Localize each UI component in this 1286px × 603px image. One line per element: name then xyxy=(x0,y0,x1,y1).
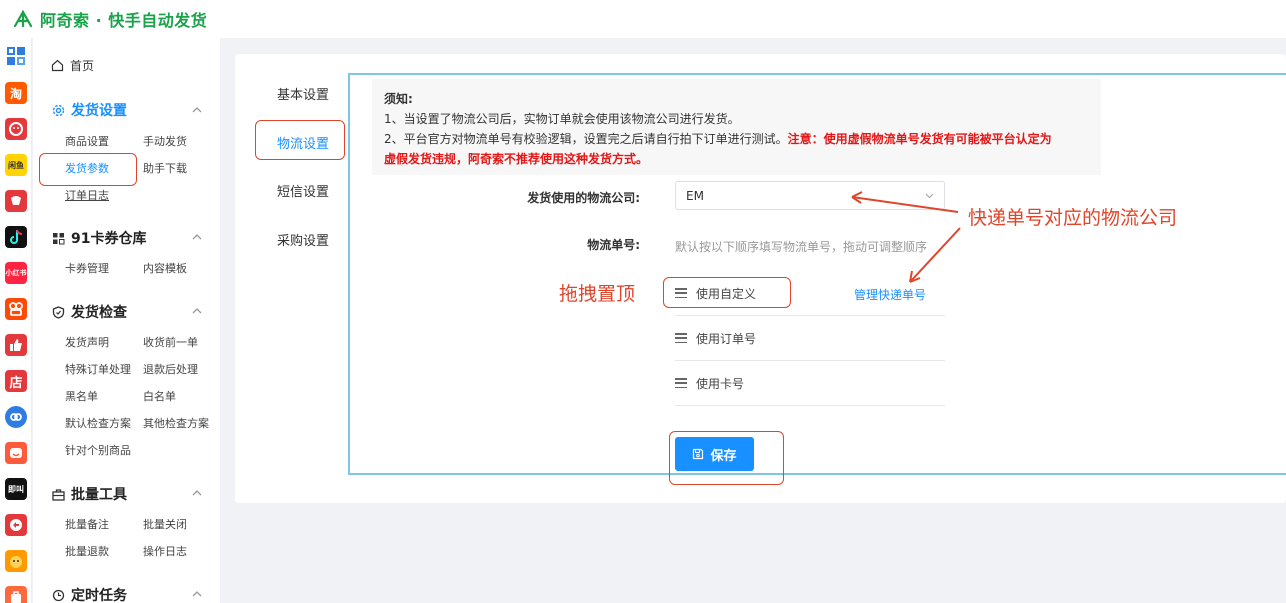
menu-group-shipping-settings[interactable]: 发货设置 xyxy=(51,100,127,120)
menu-item-order-log[interactable]: 订单日志 xyxy=(65,187,109,203)
drag-item-label: 使用订单号 xyxy=(696,331,757,346)
notice-line-2-text: 2、平台官方对物流单号有校验逻辑，设置完之后请自行拍下订单进行测试。 xyxy=(384,132,788,146)
xianyu-app-icon[interactable]: 闲鱼 xyxy=(5,154,27,176)
menu-item-after-refund[interactable]: 退款后处理 xyxy=(143,361,198,377)
thumb-app-icon[interactable] xyxy=(5,334,27,356)
menu-item-default-check[interactable]: 默认检查方案 xyxy=(65,415,131,431)
menu-home[interactable]: 首页 xyxy=(51,57,94,74)
app-switcher: 淘 闲鱼 小红书 店 即叫 xyxy=(0,38,32,603)
menu-item-card-manage[interactable]: 卡券管理 xyxy=(65,260,109,276)
top-bar: 阿奇索 · 快手自动发货 xyxy=(0,0,1286,38)
drag-item-card-number[interactable]: 使用卡号 xyxy=(675,361,945,406)
annotation-box-save xyxy=(669,431,784,485)
company-select[interactable]: EM xyxy=(675,181,945,210)
menu-item-special-orders[interactable]: 特殊订单处理 xyxy=(65,361,131,377)
shop-app-icon[interactable]: 店 xyxy=(5,370,27,392)
company-select-value: EM xyxy=(686,188,704,203)
menu-item-before-receipt[interactable]: 收货前一单 xyxy=(143,334,198,350)
notice-line-2: 2、平台官方对物流单号有校验逻辑，设置完之后请自行拍下订单进行测试。注意：使用虚… xyxy=(384,129,1089,149)
menu-item-batch-refund[interactable]: 批量退款 xyxy=(65,543,109,559)
menu-item-manual-ship[interactable]: 手动发货 xyxy=(143,133,187,149)
kuaishou-app-icon[interactable] xyxy=(5,298,27,320)
logo-icon xyxy=(12,8,34,30)
app-title: 阿奇索 · 快手自动发货 xyxy=(40,11,208,30)
chevron-up-icon[interactable] xyxy=(192,589,202,599)
tracking-label: 物流单号: xyxy=(587,238,640,252)
chevron-up-icon[interactable] xyxy=(192,488,202,498)
chevron-up-icon[interactable] xyxy=(192,105,202,115)
menu-item-batch-close[interactable]: 批量关闭 xyxy=(143,516,187,532)
tab-purchase-settings[interactable]: 采购设置 xyxy=(277,230,329,249)
menu-group-label: 发货检查 xyxy=(71,305,127,321)
jd-app-icon[interactable] xyxy=(5,190,27,212)
face-app-icon[interactable] xyxy=(5,442,27,464)
notice-line-3: 虚假发货违规，阿奇索不推荐使用这种发货方式。 xyxy=(384,152,649,166)
menu-group-batch-tools[interactable]: 批量工具 xyxy=(51,484,127,504)
drag-handle-icon[interactable] xyxy=(675,333,687,343)
menu-item-whitelist[interactable]: 白名单 xyxy=(143,388,176,404)
notice-line-1: 1、当设置了物流公司后，实物订单就会使用该物流公司进行发货。 xyxy=(384,112,740,126)
xiaohongshu-app-icon[interactable]: 小红书 xyxy=(5,262,27,284)
gear-icon xyxy=(51,103,65,117)
notice-title: 须知: xyxy=(384,92,413,106)
side-menu: 首页 发货设置 商品设置 手动发货 发货参数 助手下载 订单日志 91卡券仓库 … xyxy=(33,38,220,603)
chevron-up-icon[interactable] xyxy=(192,306,202,316)
menu-item-helper-download[interactable]: 助手下载 xyxy=(143,160,187,176)
company-label: 发货使用的物流公司: xyxy=(527,191,640,205)
annotation-box-custom-item xyxy=(663,277,791,308)
annotation-box-logistics-tab xyxy=(255,120,345,160)
menu-group-label: 发货设置 xyxy=(71,103,127,119)
drag-item-order-number[interactable]: 使用订单号 xyxy=(675,316,945,361)
menu-item-content-template[interactable]: 内容模板 xyxy=(143,260,187,276)
arrow-app-icon[interactable] xyxy=(5,514,27,536)
menu-group-label: 批量工具 xyxy=(71,487,127,503)
taobao-app-icon[interactable]: 淘 xyxy=(5,82,27,104)
annotation-box-ship-params xyxy=(39,153,137,186)
notice-warning: 注意：使用虚假物流单号发货有可能被平台认定为 xyxy=(787,132,1052,146)
menu-group-label: 定时任务 xyxy=(71,588,127,603)
notice-box: 须知: 1、当设置了物流公司后，实物订单就会使用该物流公司进行发货。 2、平台官… xyxy=(372,79,1101,175)
douyin-app-icon[interactable] xyxy=(5,226,27,248)
drag-handle-icon[interactable] xyxy=(675,378,687,388)
tmall-app-icon[interactable] xyxy=(5,118,27,140)
drag-item-label: 使用卡号 xyxy=(696,376,745,391)
chevron-up-icon[interactable] xyxy=(192,232,202,242)
toolbox-icon xyxy=(51,487,65,501)
chevron-down-icon xyxy=(925,193,934,199)
tracking-hint: 默认按以下顺序填写物流单号，拖动可调整顺序 xyxy=(675,240,928,254)
grid-icon xyxy=(51,231,65,245)
clock-icon xyxy=(51,588,65,602)
menu-group-scheduled-tasks[interactable]: 定时任务 xyxy=(51,585,127,603)
annotation-company: 快递单号对应的物流公司 xyxy=(968,207,1178,229)
tab-sms-settings[interactable]: 短信设置 xyxy=(277,181,329,200)
menu-group-label: 91卡券仓库 xyxy=(71,231,147,247)
menu-item-other-check[interactable]: 其他检查方案 xyxy=(143,415,209,431)
link-app-icon[interactable] xyxy=(5,406,27,428)
menu-item-batch-note[interactable]: 批量备注 xyxy=(65,516,109,532)
home-icon xyxy=(51,59,64,72)
manage-tracking-link[interactable]: 管理快递单号 xyxy=(854,286,926,303)
menu-group-ship-check[interactable]: 发货检查 xyxy=(51,302,127,322)
menu-item-operation-log[interactable]: 操作日志 xyxy=(143,543,187,559)
tiger-app-icon[interactable] xyxy=(5,550,27,572)
menu-group-card-warehouse[interactable]: 91卡券仓库 xyxy=(51,228,146,248)
logistics-panel: 须知: 1、当设置了物流公司后，实物订单就会使用该物流公司进行发货。 2、平台官… xyxy=(348,73,1286,475)
menu-item-specific-products[interactable]: 针对个别商品 xyxy=(65,442,131,458)
annotation-drag: 拖拽置顶 xyxy=(559,283,636,305)
grid-app-icon[interactable] xyxy=(5,45,27,67)
media-app-icon[interactable]: 即叫 xyxy=(5,478,27,500)
bag-app-icon[interactable] xyxy=(5,586,27,603)
menu-item-blacklist[interactable]: 黑名单 xyxy=(65,388,98,404)
tab-basic-settings[interactable]: 基本设置 xyxy=(277,84,329,103)
menu-item-ship-statement[interactable]: 发货声明 xyxy=(65,334,109,350)
shield-icon xyxy=(51,305,65,319)
menu-item-product-settings[interactable]: 商品设置 xyxy=(65,133,109,149)
menu-home-label: 首页 xyxy=(70,59,95,73)
